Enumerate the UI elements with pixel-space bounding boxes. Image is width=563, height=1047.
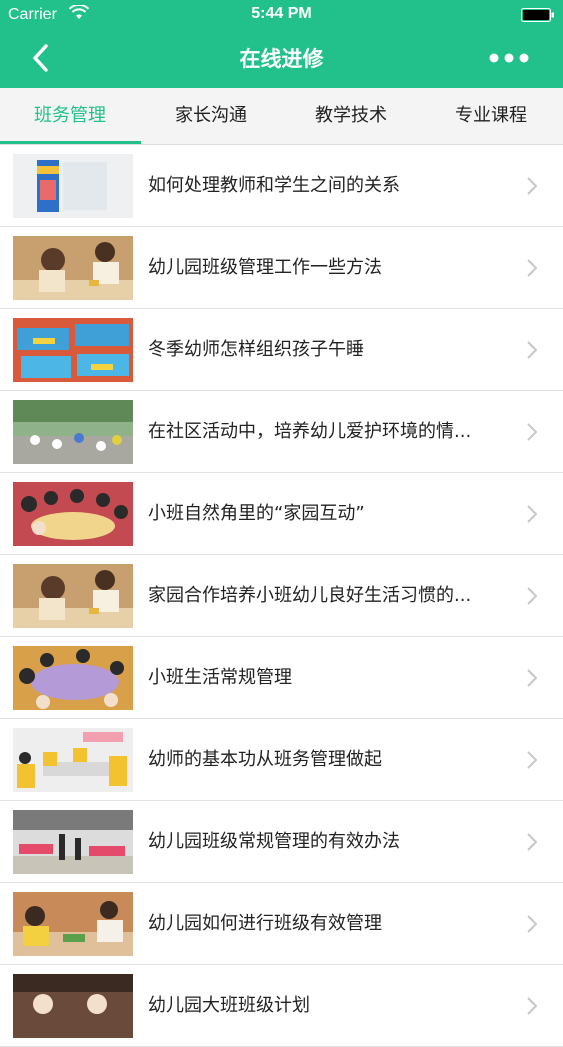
article-title: 小班生活常规管理 bbox=[148, 667, 292, 688]
article-thumbnail bbox=[13, 482, 133, 546]
list-item[interactable]: 幼儿园如何进行班级有效管理 bbox=[0, 883, 563, 965]
battery-icon bbox=[521, 8, 554, 22]
chevron-right-icon bbox=[527, 833, 537, 851]
article-thumbnail bbox=[13, 974, 133, 1038]
article-thumbnail bbox=[13, 236, 133, 300]
article-thumbnail bbox=[13, 810, 133, 874]
chevron-right-icon bbox=[527, 751, 537, 769]
article-title: 幼儿园如何进行班级有效管理 bbox=[148, 913, 382, 934]
list-item[interactable]: 幼儿园班级管理工作一些方法 bbox=[0, 227, 563, 309]
article-thumbnail bbox=[13, 400, 133, 464]
article-thumbnail bbox=[13, 564, 133, 628]
article-list: 如何处理教师和学生之间的关系 幼儿园班级管理工作一些方法 冬季幼师怎样组织孩子午… bbox=[0, 145, 563, 1047]
article-thumbnail bbox=[13, 154, 133, 218]
category-tabs: 班务管理 家长沟通 教学技术 专业课程 bbox=[0, 88, 563, 145]
tab-teaching-skills[interactable]: 教学技术 bbox=[281, 88, 421, 144]
article-thumbnail bbox=[13, 646, 133, 710]
list-item[interactable]: 冬季幼师怎样组织孩子午睡 bbox=[0, 309, 563, 391]
article-title: 幼儿园班级管理工作一些方法 bbox=[148, 257, 382, 278]
article-title: 冬季幼师怎样组织孩子午睡 bbox=[148, 339, 364, 360]
chevron-right-icon bbox=[527, 177, 537, 195]
article-thumbnail bbox=[13, 728, 133, 792]
article-title: 小班自然角里的“家园互动” bbox=[148, 503, 365, 524]
chevron-right-icon bbox=[527, 259, 537, 277]
chevron-right-icon bbox=[527, 341, 537, 359]
list-item[interactable]: 在社区活动中，培养幼儿爱护环境的情... bbox=[0, 391, 563, 473]
list-item[interactable]: 幼儿园大班班级计划 bbox=[0, 965, 563, 1047]
active-tab-indicator bbox=[0, 141, 141, 144]
status-time: 5:44 PM bbox=[251, 5, 312, 22]
article-title: 幼师的基本功从班务管理做起 bbox=[148, 749, 382, 770]
chevron-right-icon bbox=[527, 915, 537, 933]
article-title: 在社区活动中，培养幼儿爱护环境的情... bbox=[148, 421, 472, 442]
article-title: 幼儿园大班班级计划 bbox=[148, 995, 310, 1016]
tab-class-management[interactable]: 班务管理 bbox=[0, 88, 140, 144]
tab-parent-communication[interactable]: 家长沟通 bbox=[141, 88, 281, 144]
article-thumbnail bbox=[13, 892, 133, 956]
chevron-right-icon bbox=[527, 423, 537, 441]
article-title: 如何处理教师和学生之间的关系 bbox=[148, 175, 400, 196]
article-title: 家园合作培养小班幼儿良好生活习惯的... bbox=[148, 585, 472, 606]
list-item[interactable]: 幼师的基本功从班务管理做起 bbox=[0, 719, 563, 801]
article-title: 幼儿园班级常规管理的有效办法 bbox=[148, 831, 400, 852]
tab-professional-courses[interactable]: 专业课程 bbox=[421, 88, 561, 144]
navigation-header: Carrier 5:44 PM 在线进修 bbox=[0, 0, 563, 88]
status-bar: Carrier 5:44 PM bbox=[0, 0, 563, 30]
list-item[interactable]: 小班自然角里的“家园互动” bbox=[0, 473, 563, 555]
list-item[interactable]: 幼儿园班级常规管理的有效办法 bbox=[0, 801, 563, 883]
article-thumbnail bbox=[13, 318, 133, 382]
chevron-right-icon bbox=[527, 587, 537, 605]
chevron-right-icon bbox=[527, 669, 537, 687]
list-item[interactable]: 如何处理教师和学生之间的关系 bbox=[0, 145, 563, 227]
more-dots-icon[interactable] bbox=[489, 52, 529, 64]
list-item[interactable]: 家园合作培养小班幼儿良好生活习惯的... bbox=[0, 555, 563, 637]
chevron-right-icon bbox=[527, 505, 537, 523]
list-item[interactable]: 小班生活常规管理 bbox=[0, 637, 563, 719]
page-title: 在线进修 bbox=[239, 47, 324, 71]
